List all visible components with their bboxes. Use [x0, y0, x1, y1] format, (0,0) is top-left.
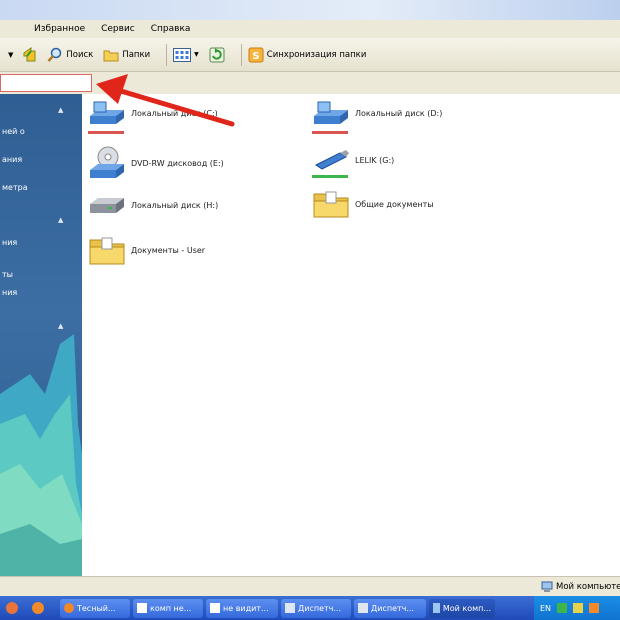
drive-label: LELIK (G:) — [355, 155, 395, 165]
views-button[interactable]: ▼ — [173, 47, 199, 62]
sync-folder-button[interactable]: S Синхронизация папки — [248, 47, 367, 63]
tray-icon[interactable] — [589, 603, 600, 613]
task-pane: ▲ ней о ания метра ▲ ния ты ния ▲ — [0, 94, 82, 576]
taskbar-button-label: комп не... — [150, 603, 192, 613]
menu-bar: Избранное Сервис Справка — [0, 20, 620, 38]
views-dropdown-icon: ▼ — [194, 51, 199, 58]
task-link[interactable]: ней о — [2, 127, 25, 136]
status-bar: Мой компьютер — [0, 576, 620, 596]
sync-icon: S — [248, 47, 264, 62]
folders-button[interactable]: Папки — [103, 47, 150, 63]
views-icon — [173, 47, 192, 62]
up-folder-button[interactable] — [21, 46, 37, 63]
refresh-icon — [209, 47, 225, 62]
task-link[interactable]: метра — [2, 183, 28, 192]
disk-usage-bar — [312, 131, 348, 134]
quick-launch-icon[interactable] — [6, 602, 18, 614]
taskbar-button[interactable]: комп не... — [133, 598, 203, 618]
word-icon — [137, 603, 147, 613]
collapse-chevron-icon[interactable]: ▲ — [58, 216, 64, 224]
folder-label: Общие документы — [355, 199, 434, 209]
taskbar-button-label: Тесный... — [77, 603, 116, 613]
firefox-icon — [64, 603, 74, 613]
taskbar-button-label: Диспетч... — [298, 603, 342, 613]
up-arrow-icon — [23, 46, 36, 61]
disk-usage-bar — [88, 131, 124, 134]
taskbar: Тесный... комп не... не видит... Диспетч… — [0, 596, 620, 620]
drive-label: Локальный диск (H:) — [131, 200, 219, 210]
folder-icon — [313, 191, 349, 218]
task-link[interactable]: ты — [2, 270, 13, 279]
menu-tools[interactable]: Сервис — [93, 24, 143, 34]
taskbar-button-label: Диспетч... — [371, 603, 415, 613]
folder-item-user-documents[interactable]: Документы - User — [88, 234, 205, 266]
drive-item-d[interactable]: Локальный диск (D:) — [312, 100, 442, 126]
folder-icon — [89, 237, 125, 265]
svg-text:S: S — [252, 51, 259, 62]
address-input[interactable] — [0, 74, 92, 92]
sync-folder-label: Синхронизация папки — [266, 49, 367, 60]
task-link[interactable]: ния — [2, 288, 17, 297]
computer-icon — [541, 581, 553, 592]
drive-item-e[interactable]: DVD-RW дисковод (E:) — [88, 146, 224, 180]
collapse-chevron-icon[interactable]: ▲ — [58, 322, 64, 330]
address-bar — [0, 72, 620, 94]
taskbar-button[interactable]: Тесный... — [60, 598, 130, 618]
word-icon — [210, 603, 220, 613]
quick-launch-icon[interactable] — [32, 602, 44, 614]
dropdown-arrow-icon[interactable]: ▼ — [8, 51, 13, 59]
menu-help[interactable]: Справка — [143, 24, 199, 34]
refresh-button[interactable] — [209, 47, 225, 63]
tray-icon[interactable] — [573, 603, 584, 613]
drive-label: DVD-RW дисковод (E:) — [131, 158, 224, 168]
task-pane-background — [0, 334, 82, 576]
folder-item-shared[interactable]: Общие документы — [312, 189, 434, 219]
taskbar-button-label: Мой комп... — [442, 603, 491, 613]
disk-usage-bar — [312, 175, 348, 178]
title-bar — [0, 0, 620, 20]
hard-drive-icon — [90, 198, 124, 213]
status-text: Мой компьютер — [556, 582, 620, 592]
toolbar-separator — [240, 43, 242, 66]
system-tray: EN — [534, 596, 620, 620]
search-button-label: Поиск — [66, 49, 94, 60]
usb-drive-icon — [315, 150, 349, 170]
computer-icon — [433, 603, 440, 613]
taskbar-button[interactable]: Мой комп... — [429, 598, 495, 618]
search-icon — [47, 47, 62, 62]
explorer-window: Избранное Сервис Справка ▼ Поиск Папки ▼… — [0, 0, 620, 620]
drive-label: Локальный диск (D:) — [355, 108, 443, 118]
task-manager-icon — [285, 603, 295, 613]
tray-icon[interactable] — [557, 603, 568, 613]
task-link[interactable]: ния — [2, 238, 17, 247]
language-indicator[interactable]: EN — [540, 604, 551, 613]
folders-button-label: Папки — [122, 49, 151, 60]
drives-list: Локальный диск (C:) Локальный диск (D:) … — [82, 94, 620, 576]
taskbar-button-label: не видит... — [223, 603, 269, 613]
drive-item-c[interactable]: Локальный диск (C:) — [88, 100, 218, 126]
hard-drive-icon — [314, 101, 348, 124]
folder-label: Документы - User — [131, 245, 206, 255]
toolbar-separator — [166, 43, 168, 66]
drive-item-h[interactable]: Локальный диск (H:) — [88, 194, 218, 216]
taskbar-button[interactable]: не видит... — [206, 598, 278, 618]
drive-item-g[interactable]: LELIK (G:) — [312, 149, 394, 171]
folders-icon — [103, 50, 119, 61]
hard-drive-icon — [90, 101, 124, 124]
task-link[interactable]: ания — [2, 155, 22, 164]
taskbar-button[interactable]: Диспетч... — [281, 598, 351, 618]
search-button[interactable]: Поиск — [47, 47, 93, 63]
toolbar: ▼ Поиск Папки ▼ S Синхронизация папки — [0, 38, 620, 72]
collapse-chevron-icon[interactable]: ▲ — [58, 106, 64, 114]
dvd-drive-icon — [90, 146, 124, 178]
drive-label: Локальный диск (C:) — [131, 108, 218, 118]
task-manager-icon — [358, 603, 368, 613]
taskbar-button[interactable]: Диспетч... — [354, 598, 426, 618]
menu-favorites[interactable]: Избранное — [26, 24, 93, 34]
